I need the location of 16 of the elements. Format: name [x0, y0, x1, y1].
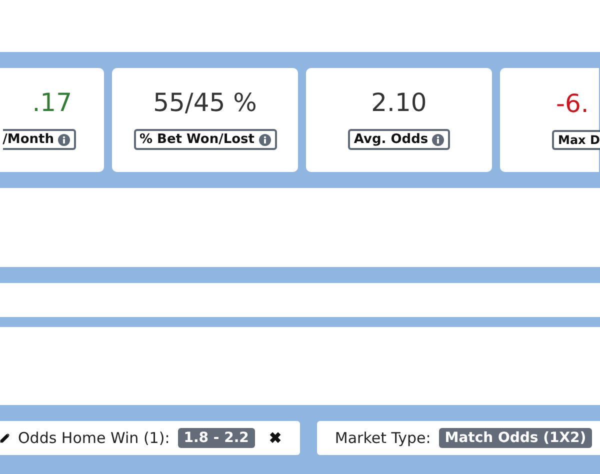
stat-value: -6. [556, 90, 589, 116]
filter-value: Match Odds (1X2) [438, 428, 592, 448]
remove-filter-button[interactable]: ✖ [268, 429, 282, 447]
stat-value: 55/45 % [153, 90, 257, 115]
info-icon [258, 134, 270, 146]
filter-value: 1.8 - 2.2 [178, 428, 255, 448]
stat-label-button[interactable]: % Bet Won/Lost [134, 129, 276, 150]
info-icon [432, 134, 444, 146]
info-icon [58, 134, 70, 146]
filter-label: Market Type: [334, 429, 431, 447]
stat-value: 2.10 [371, 90, 427, 115]
filter-label: Odds Home Win (1): [18, 429, 170, 447]
stat-value: .17 [32, 90, 72, 115]
stat-label-button[interactable]: Max D [552, 130, 600, 150]
stat-label-button[interactable]: Avg. Odds [348, 129, 450, 150]
stat-label-button[interactable]: /Month [2, 129, 76, 150]
